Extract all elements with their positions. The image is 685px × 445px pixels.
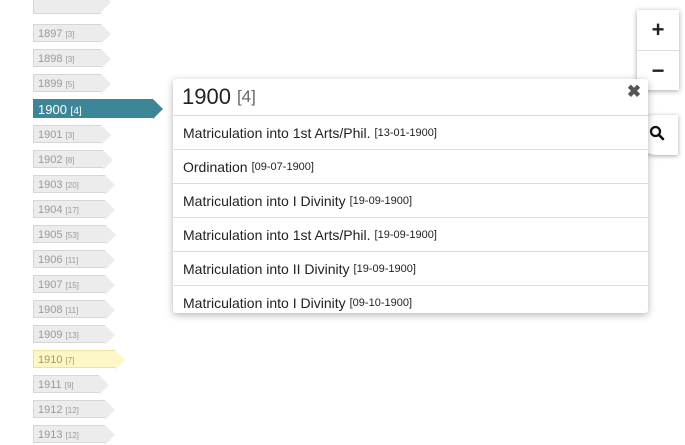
year-count: [11] — [65, 306, 79, 315]
event-item[interactable]: Matriculation into II Divinity [19-09-190… — [173, 251, 648, 285]
year-tag-1912[interactable]: 1912 [12] — [33, 400, 115, 420]
year-label: 1898 — [38, 53, 63, 65]
year-tag-1910[interactable]: 1910 [7] — [33, 350, 125, 370]
year-label: 1901 — [38, 129, 63, 141]
event-title: Ordination — [183, 158, 248, 175]
year-tag[interactable] — [33, 0, 111, 14]
year-tag-1897[interactable]: 1897 [3] — [33, 24, 111, 44]
year-count: [53] — [65, 231, 79, 240]
year-label: 1913 — [38, 429, 63, 441]
year-tag-1909[interactable]: 1909 [13] — [33, 325, 115, 345]
event-item[interactable]: Ordination [09-07-1900] — [173, 149, 648, 183]
year-label: 1910 — [38, 354, 63, 366]
year-count: [5] — [65, 80, 75, 89]
year-label: 1900 — [38, 102, 67, 117]
year-count: [17] — [65, 206, 79, 215]
year-tag-1901[interactable]: 1901 [3] — [33, 125, 111, 145]
event-date: [19-09-1900] — [349, 194, 413, 207]
year-count: [3] — [65, 55, 75, 64]
year-count: [11] — [65, 256, 79, 265]
year-label: 1906 — [38, 254, 63, 266]
year-count: [12] — [65, 431, 79, 440]
year-tag-1907[interactable]: 1907 [15] — [33, 275, 115, 295]
year-tag-1899[interactable]: 1899 [5] — [33, 74, 111, 94]
popup-year: 1900 — [182, 84, 231, 109]
year-tag-1903[interactable]: 1903 [20] — [33, 175, 115, 195]
year-events-popup: 1900 [4] ✖ Matriculation into 1st Arts/P… — [173, 79, 648, 313]
event-title: Matriculation into II Divinity — [183, 260, 350, 277]
year-count: [3] — [65, 30, 75, 39]
year-label: 1908 — [38, 304, 63, 316]
year-tag-1900[interactable]: 1900 [4] — [33, 99, 163, 119]
event-item[interactable]: Matriculation into I Divinity [19-09-1900… — [173, 183, 648, 217]
year-label: 1899 — [38, 78, 63, 90]
year-count: [3] — [65, 131, 75, 140]
year-label: 1903 — [38, 179, 63, 191]
search-icon — [649, 125, 665, 146]
event-title: Matriculation into 1st Arts/Phil. — [183, 124, 371, 141]
event-date: [19-09-1900] — [374, 228, 437, 241]
year-label: 1905 — [38, 229, 63, 241]
year-count: [7] — [65, 356, 75, 365]
event-date: [19-09-1900] — [353, 262, 416, 275]
year-count: [13] — [65, 331, 79, 340]
year-label: 1911 — [38, 379, 62, 391]
zoom-control: + − — [637, 10, 679, 90]
event-item[interactable]: Matriculation into I Divinity [09-10-1900… — [173, 285, 648, 319]
year-label: 1897 — [38, 28, 63, 40]
year-tag-1911[interactable]: 1911 [9] — [33, 375, 109, 395]
year-count: [8] — [65, 156, 75, 165]
event-title: Matriculation into 1st Arts/Phil. — [183, 226, 371, 243]
close-icon[interactable]: ✖ — [626, 83, 642, 100]
year-label: 1912 — [38, 404, 63, 416]
year-count: [15] — [65, 281, 79, 290]
year-count: [9] — [64, 381, 74, 390]
year-count: [12] — [65, 406, 79, 415]
year-tag-1902[interactable]: 1902 [8] — [33, 150, 113, 170]
event-item[interactable]: Matriculation into 1st Arts/Phil. [13-01-… — [173, 115, 648, 149]
year-count: [4] — [70, 106, 82, 117]
year-tag-1906[interactable]: 1906 [11] — [33, 250, 115, 270]
event-date: [13-01-1900] — [374, 126, 437, 139]
year-tag-1898[interactable]: 1898 [3] — [33, 49, 111, 69]
year-tag-1905[interactable]: 1905 [53] — [33, 225, 116, 245]
year-tag-1913[interactable]: 1913 [12] — [33, 425, 115, 445]
year-label: 1907 — [38, 279, 63, 291]
event-title: Matriculation into I Divinity — [183, 294, 346, 311]
zoom-in-button[interactable]: + — [637, 10, 679, 50]
year-tag-1904[interactable]: 1904 [17] — [33, 200, 115, 220]
year-label: 1902 — [38, 154, 63, 166]
popup-header: 1900 [4] — [173, 79, 648, 115]
year-label: 1909 — [38, 329, 63, 341]
event-date: [09-07-1900] — [251, 160, 314, 173]
event-date: [09-10-1900] — [349, 296, 413, 309]
popup-count: [4] — [236, 87, 256, 106]
year-timeline: 1897 [3] 1898 [3] 1899 [5] 1900 [4] 1901… — [0, 0, 170, 445]
year-tag-1908[interactable]: 1908 [11] — [33, 300, 115, 320]
event-title: Matriculation into I Divinity — [183, 192, 346, 209]
event-item[interactable]: Matriculation into 1st Arts/Phil. [19-09-… — [173, 217, 648, 251]
year-count: [20] — [65, 181, 79, 190]
year-label: 1904 — [38, 204, 63, 216]
